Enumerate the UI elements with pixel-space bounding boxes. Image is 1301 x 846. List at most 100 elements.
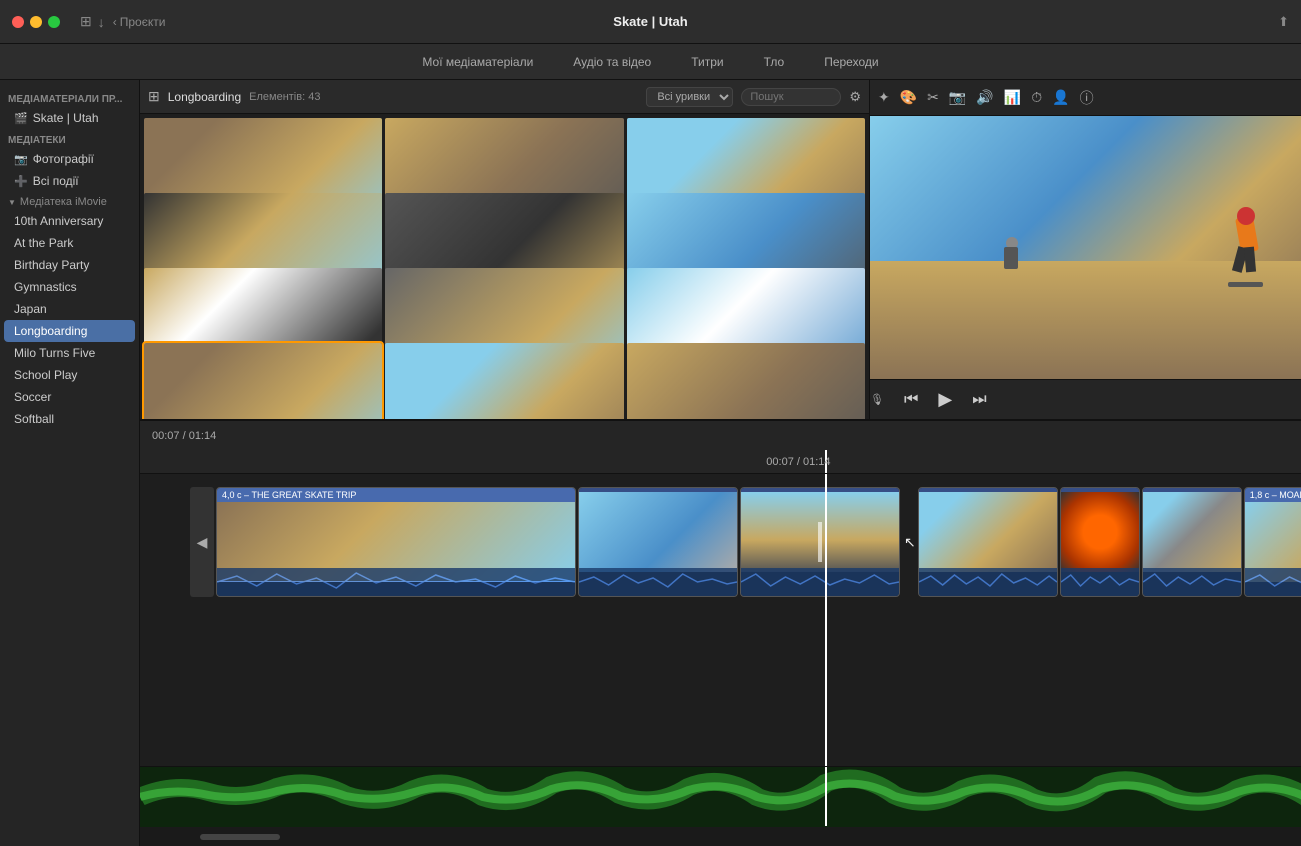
timeline-clip-5[interactable]	[1060, 487, 1140, 597]
mic-icon[interactable]: 🎙	[870, 393, 884, 406]
sidebar: МЕДІАМАТЕРІАЛИ ПР... 🎬 Skate | Utah МЕДІ…	[0, 80, 140, 846]
skip-back-button[interactable]: ⏮	[904, 391, 918, 409]
clip-video-6	[1143, 492, 1241, 572]
export-button[interactable]: ⬆	[1278, 14, 1289, 30]
close-button[interactable]	[12, 16, 24, 28]
titlebar: ⊞ ↓ ‹ Проєкти Skate | Utah ⬆	[0, 0, 1301, 44]
sidebar-item-park[interactable]: At the Park	[0, 232, 139, 254]
sidebar-item-longboarding[interactable]: Longboarding	[4, 320, 135, 342]
traffic-lights	[12, 16, 60, 28]
camera-icon[interactable]: 📷	[949, 89, 966, 106]
timeline-clips[interactable]: ◀ 4,0 с – THE GREAT SKATE TRIP	[140, 474, 1301, 766]
audio-icon[interactable]: 🔊	[976, 89, 993, 106]
grid-view-icon[interactable]: ⊞	[148, 88, 160, 105]
clip-audio-7	[1245, 568, 1301, 596]
sidebar-item-gymnastics[interactable]: Gymnastics	[0, 276, 139, 298]
main-layout: МЕДІАМАТЕРІАЛИ ПР... 🎬 Skate | Utah МЕДІ…	[0, 80, 1301, 846]
maximize-button[interactable]	[48, 16, 60, 28]
thumbnail-grid	[140, 114, 869, 419]
timeline-clip-1[interactable]: 4,0 с – THE GREAT SKATE TRIP	[216, 487, 576, 597]
minimize-button[interactable]	[30, 16, 42, 28]
audio-playhead	[825, 767, 827, 826]
back-label: Проєкти	[120, 15, 166, 29]
clip-video-5	[1061, 492, 1139, 572]
tab-media[interactable]: Мої медіаматеріали	[414, 51, 541, 73]
person-icon[interactable]: 👤	[1052, 89, 1069, 106]
wave-svg-1	[217, 568, 575, 596]
background-skater	[998, 237, 1028, 287]
clip-video-2	[579, 492, 737, 572]
back-button[interactable]: ‹ Проєкти	[113, 15, 166, 29]
tab-backgrounds[interactable]: Тло	[756, 51, 793, 73]
audio-track: 1,1 хв – Down the Road	[140, 766, 1301, 826]
clips-selector[interactable]: Всі уривки	[646, 87, 733, 107]
crop-icon[interactable]: ✂	[927, 89, 939, 106]
thumbnail-item-10[interactable]	[385, 343, 623, 419]
wave-svg-7	[1245, 568, 1301, 596]
sidebar-item-project[interactable]: 🎬 Skate | Utah	[0, 107, 139, 129]
clip-title-7: 1,8 с – МОАБ	[1245, 488, 1301, 502]
color-icon[interactable]: 🎨	[900, 89, 917, 106]
library-switcher-icon[interactable]: ⊞	[80, 13, 92, 30]
timeline-clip-4[interactable]	[918, 487, 1058, 597]
skateboarder-figure	[1223, 207, 1283, 287]
all-events-icon: ➕	[14, 175, 28, 188]
sidebar-item-10th[interactable]: 10th Anniversary	[0, 210, 139, 232]
info-icon[interactable]: ⓘ	[1080, 88, 1094, 108]
timecode-display: 00:07 / 01:14	[152, 430, 216, 442]
tab-transitions[interactable]: Переходи	[816, 51, 886, 73]
preview-panel: ✦ 🎨 ✂ 📷 🔊 📊 ⏱ 👤 ⓘ Скинути всі	[870, 80, 1301, 419]
timeline-clip-3[interactable]	[740, 487, 900, 597]
timeline-clip-6[interactable]	[1142, 487, 1242, 597]
preview-video: ↗	[870, 116, 1301, 379]
content-area: ⊞ Longboarding Елементів: 43 Всі уривки …	[140, 80, 1301, 846]
timeline-clip-7[interactable]: 1,8 с – МОАБ	[1244, 487, 1301, 597]
sidebar-item-school[interactable]: School Play	[0, 364, 139, 386]
sidebar-item-all-events[interactable]: ➕ Всі події	[0, 170, 139, 192]
preview-toolbar: ✦ 🎨 ✂ 📷 🔊 📊 ⏱ 👤 ⓘ Скинути всі	[870, 80, 1301, 116]
sidebar-item-japan[interactable]: Japan	[0, 298, 139, 320]
export-icon: ⬆	[1278, 14, 1289, 29]
triangle-icon: ▼	[8, 198, 16, 207]
thumbnail-item-11[interactable]	[627, 343, 865, 419]
sidebar-item-birthday[interactable]: Birthday Party	[0, 254, 139, 276]
thumbnail-item-9[interactable]	[144, 343, 382, 419]
clip-video-3	[741, 492, 899, 572]
clip-audio-3	[741, 568, 899, 596]
timeline-scrollbar[interactable]	[200, 834, 280, 840]
sidebar-item-milo[interactable]: Milo Turns Five	[0, 342, 139, 364]
video-frame: ↗	[870, 116, 1301, 379]
clip-title-1: 4,0 с – THE GREAT SKATE TRIP	[217, 488, 575, 502]
top-toolbar: Мої медіаматеріали Аудіо та відео Титри …	[0, 44, 1301, 80]
chevron-left-icon: ‹	[113, 15, 117, 29]
timeline-ruler: 00:07 / 01:14	[140, 450, 1301, 474]
playhead-cursor: ↖	[902, 534, 916, 551]
import-icon[interactable]: ↓	[98, 14, 105, 30]
clip-audio-2	[579, 568, 737, 596]
timeline-clip-2[interactable]	[578, 487, 738, 597]
wave-svg-5	[1061, 568, 1139, 596]
media-browser-toolbar: ⊞ Longboarding Елементів: 43 Всі уривки …	[140, 80, 869, 114]
media-library-title: Longboarding	[168, 90, 241, 104]
sidebar-item-softball[interactable]: Softball	[0, 408, 139, 430]
sidebar-library-section-label: МЕДІАТЕКИ	[0, 129, 139, 148]
chart-icon[interactable]: 📊	[1004, 89, 1021, 106]
play-pause-button[interactable]: ▶	[938, 389, 952, 410]
clip-audio-6	[1143, 568, 1241, 596]
wave-svg-4	[919, 568, 1057, 596]
wand-icon[interactable]: ✦	[878, 89, 890, 106]
speed-icon[interactable]: ⏱	[1031, 89, 1042, 106]
sidebar-all-events-label: Всі події	[33, 174, 79, 188]
imovie-library-label[interactable]: ▼ Медіатека iMovie	[0, 192, 139, 210]
sidebar-item-soccer[interactable]: Soccer	[0, 386, 139, 408]
sidebar-item-photos[interactable]: 📷 Фотографії	[0, 148, 139, 170]
wave-svg-2	[579, 568, 737, 596]
skip-forward-button[interactable]: ⏭	[972, 391, 986, 409]
tab-titles[interactable]: Титри	[683, 51, 731, 73]
timeline-scroll-left[interactable]: ◀	[190, 487, 214, 597]
browser-panel: ⊞ Longboarding Елементів: 43 Всі уривки …	[140, 80, 1301, 420]
tab-audio-video[interactable]: Аудіо та відео	[565, 51, 659, 73]
gear-icon[interactable]: ⚙	[849, 89, 861, 105]
audio-waveform	[140, 767, 1301, 827]
search-input[interactable]	[741, 88, 841, 106]
